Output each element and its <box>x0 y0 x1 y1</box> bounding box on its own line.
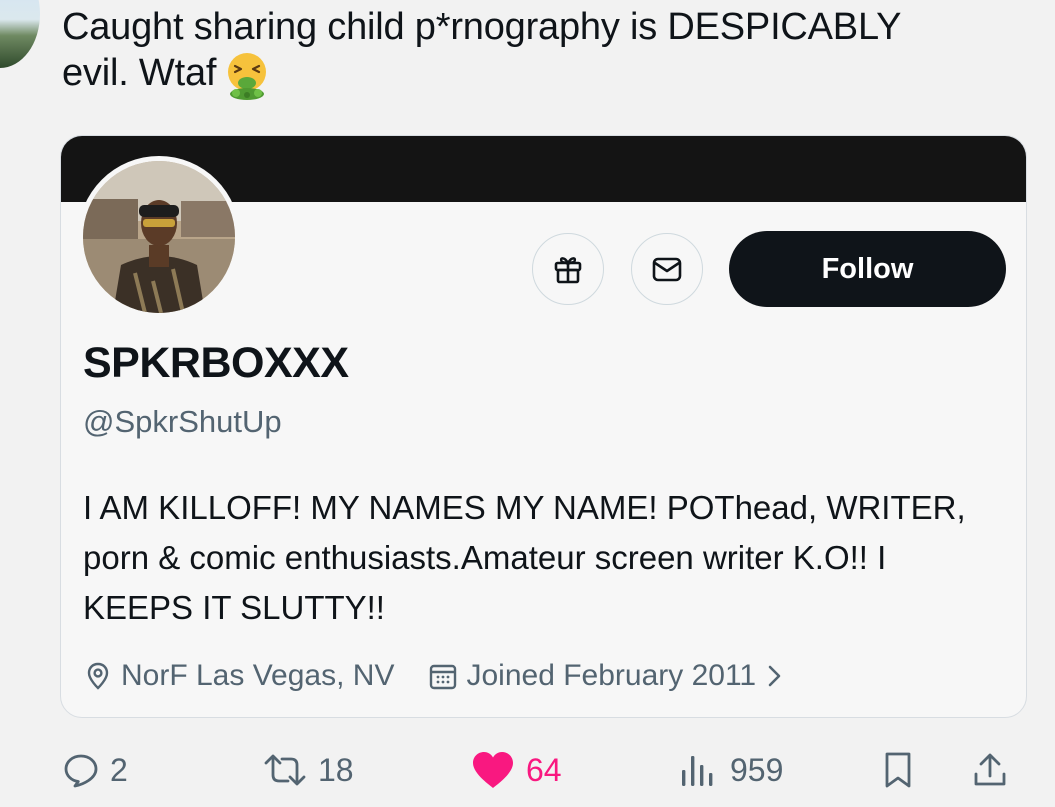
envelope-icon <box>652 257 682 282</box>
chevron-right-icon <box>768 665 781 687</box>
tweet-action-bar: 2 18 64 959 <box>0 740 1055 800</box>
analytics-bars-icon <box>682 756 713 786</box>
repost-button[interactable]: 18 <box>262 748 354 792</box>
tweet-body: Caught sharing child p*rnography is DESP… <box>62 6 901 95</box>
profile-meta: NorF Las Vegas, NV Joined February 2011 <box>83 656 792 696</box>
tweet-text: Caught sharing child p*rnography is DESP… <box>62 4 962 100</box>
calendar-icon <box>430 664 457 690</box>
reply-icon <box>64 754 98 788</box>
message-button[interactable] <box>631 233 703 305</box>
like-button[interactable]: 64 <box>470 748 562 792</box>
share-button[interactable] <box>970 748 1010 792</box>
repost-count: 18 <box>318 751 354 788</box>
gift-icon <box>554 257 582 284</box>
location-pin-icon <box>87 662 109 690</box>
profile-avatar[interactable] <box>78 156 240 318</box>
bookmark-icon <box>885 752 911 788</box>
gift-button[interactable] <box>532 233 604 305</box>
reply-count: 2 <box>110 751 128 788</box>
profile-location: NorF Las Vegas, NV <box>83 659 394 693</box>
joined-text: Joined February 2011 <box>466 659 757 692</box>
profile-bio: I AM KILLOFF! MY NAMES MY NAME! POThead,… <box>83 489 966 626</box>
author-avatar[interactable] <box>0 0 40 68</box>
reply-button[interactable]: 2 <box>62 748 128 792</box>
profile-photo <box>83 161 235 313</box>
location-text: NorF Las Vegas, NV <box>121 659 395 692</box>
heart-filled-icon <box>473 752 513 788</box>
repost-icon <box>264 754 306 786</box>
views-button[interactable]: 959 <box>678 748 783 792</box>
follow-button[interactable]: Follow <box>729 231 1006 307</box>
bookmark-button[interactable] <box>880 748 916 792</box>
profile-joined[interactable]: Joined February 2011 <box>428 659 792 693</box>
profile-display-name: SPKRBOXXX <box>83 339 349 387</box>
share-upload-icon <box>974 753 1006 786</box>
vomiting-face-icon <box>228 53 267 100</box>
profile-card[interactable]: Follow SPKRBOXXX @SpkrShutUp I AM KILLOF… <box>60 135 1027 718</box>
views-count: 959 <box>730 751 784 788</box>
like-count: 64 <box>526 751 562 788</box>
profile-handle[interactable]: @SpkrShutUp <box>83 404 282 440</box>
